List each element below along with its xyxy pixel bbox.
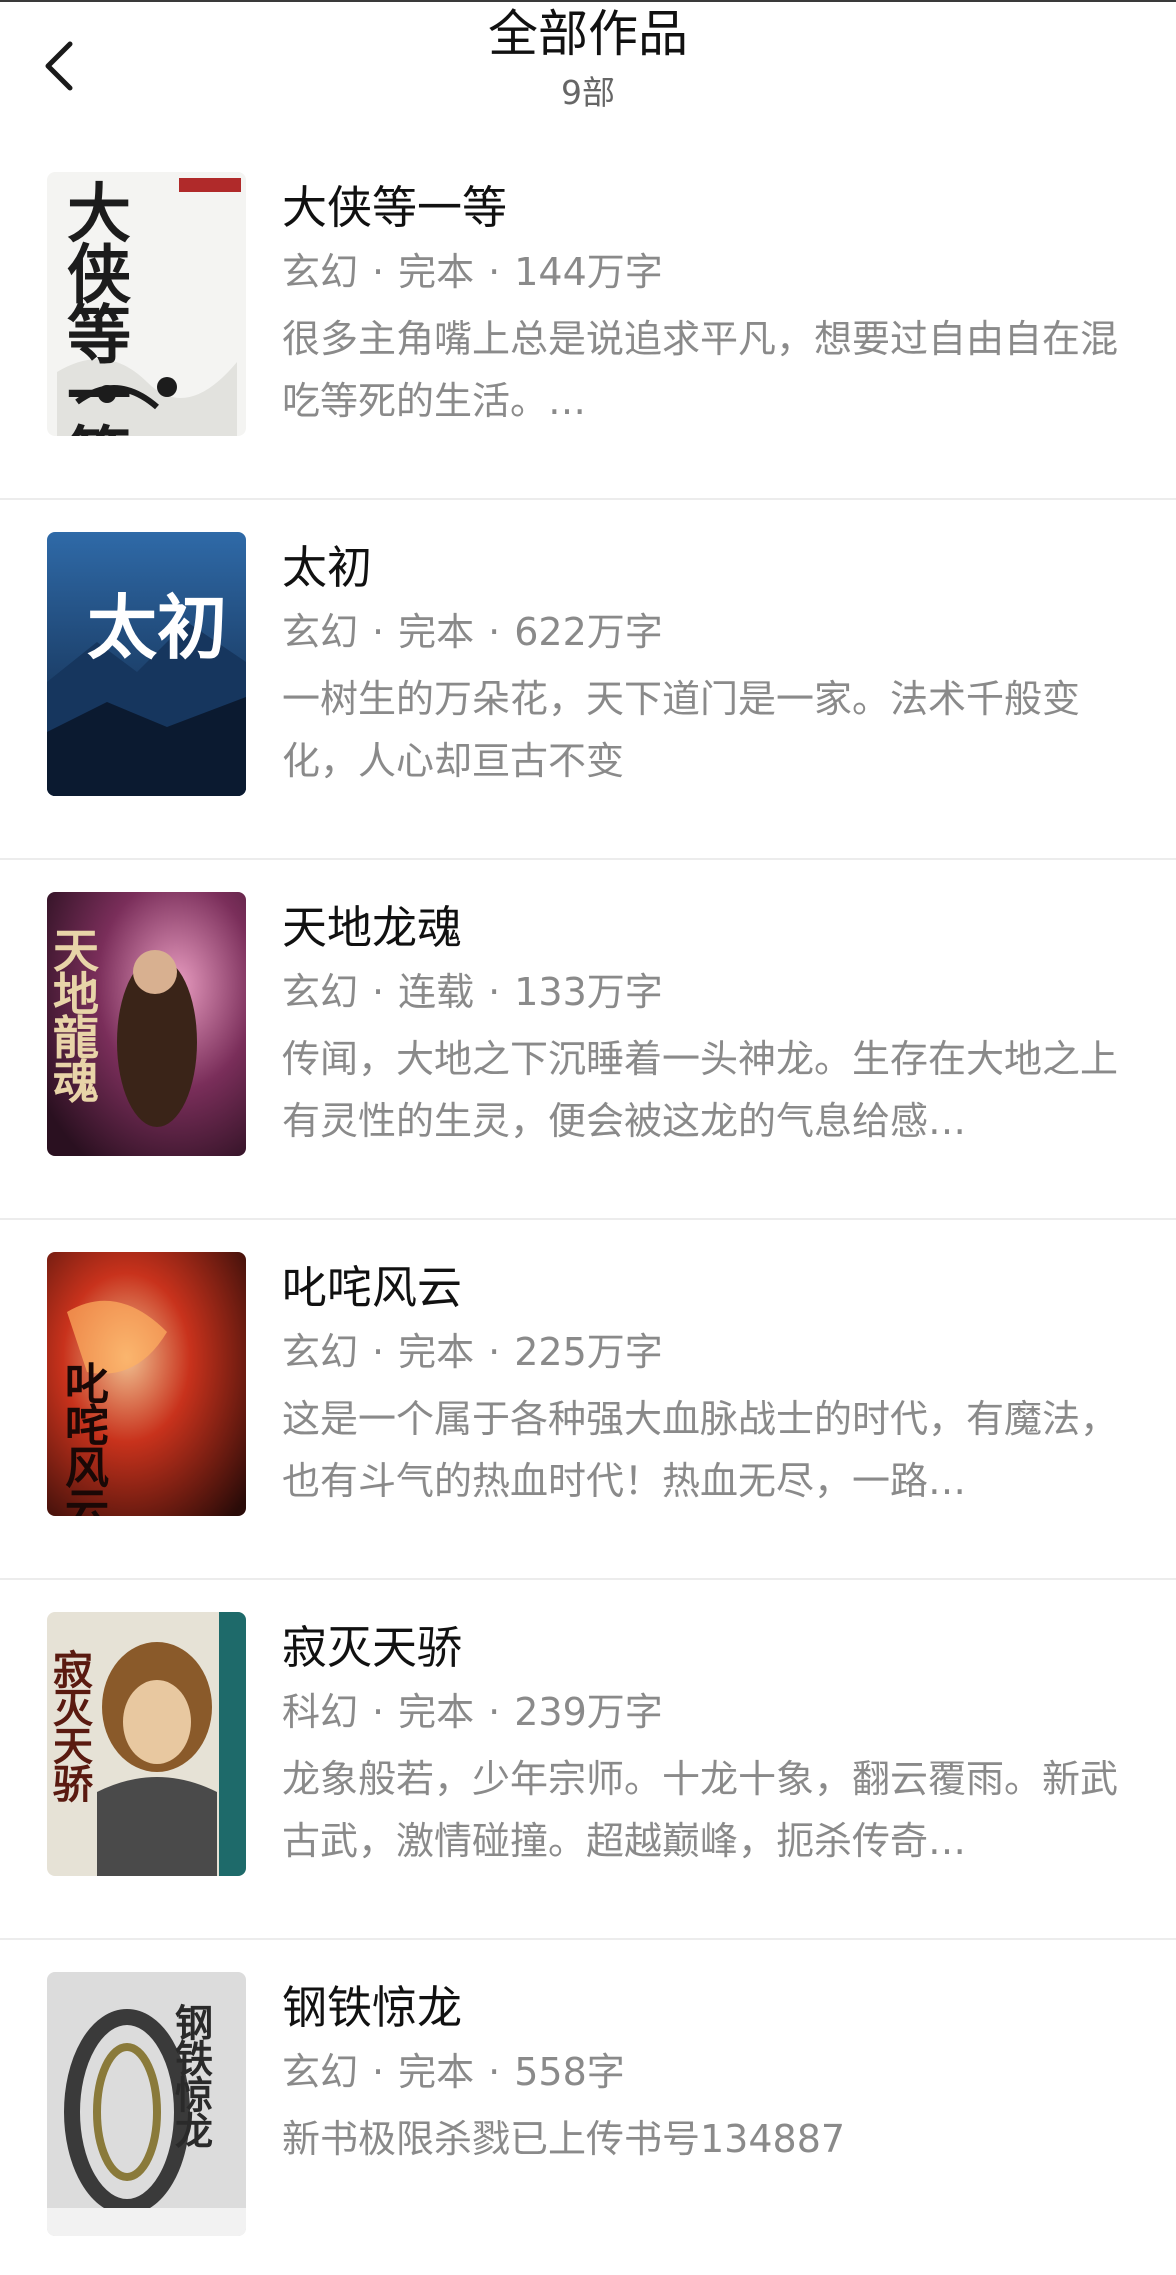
book-title: 大侠等一等: [282, 181, 508, 234]
meta-separator: ·: [372, 970, 385, 1014]
book-status: 完本: [398, 1330, 475, 1374]
book-genre: 科幻: [282, 1690, 359, 1734]
book-cover: 大侠等一等: [47, 172, 246, 436]
meta-separator: ·: [372, 1690, 385, 1734]
book-status: 完本: [398, 2050, 475, 2094]
book-meta: 玄幻 · 完本 · 225万字: [282, 1328, 1128, 1376]
book-item[interactable]: 太初 太初 玄幻 · 完本 · 622万字 一树生的万朵花，天下道门是一家。法术千般变化…: [0, 500, 1176, 860]
book-item[interactable]: 钢铁惊龙 钢铁惊龙 玄幻 · 完本 · 558字 新书极限杀戮已上传书号134887: [0, 1940, 1176, 2240]
meta-separator: ·: [488, 1330, 501, 1374]
book-description: 很多主角嘴上总是说追求平凡，想要过自由自在混吃等死的生活。…: [282, 317, 1119, 423]
book-cover: 叱咤风云: [47, 1252, 246, 1516]
cover-title-text: 天地龍魂: [53, 924, 99, 1109]
book-item[interactable]: 叱咤风云 叱咤风云 玄幻 · 完本 · 225万字 这是一个属于各种强大血脉战士的时代，…: [0, 1220, 1176, 1580]
book-status: 完本: [398, 250, 475, 294]
book-status: 完本: [398, 610, 475, 654]
book-cover: 钢铁惊龙: [47, 1972, 246, 2236]
book-word-count: 558字: [514, 2050, 625, 2094]
book-title: 寂灭天骄: [282, 1621, 463, 1674]
book-word-count: 239万字: [514, 1690, 663, 1734]
book-title: 太初: [282, 541, 373, 594]
book-meta: 玄幻 · 连载 · 133万字: [282, 968, 1128, 1016]
cover-title-text: 叱咤风云: [65, 1359, 109, 1516]
book-cover: 太初: [47, 532, 246, 796]
works-list: 大侠等一等 大侠等一等 玄幻 · 完本 · 144万字 很多主角嘴上总是说追求平凡，想要…: [0, 140, 1176, 2240]
meta-separator: ·: [372, 2050, 385, 2094]
book-genre: 玄幻: [282, 2050, 359, 2094]
page-header: 全部作品 9部: [0, 0, 1176, 140]
book-genre: 玄幻: [282, 250, 359, 294]
book-word-count: 622万字: [514, 610, 663, 654]
book-meta: 玄幻 · 完本 · 558字: [282, 2048, 1128, 2096]
meta-separator: ·: [488, 970, 501, 1014]
book-meta: 玄幻 · 完本 · 144万字: [282, 248, 1128, 296]
meta-separator: ·: [488, 610, 501, 654]
cover-title-text: 寂灭天骄: [53, 1647, 94, 1808]
meta-separator: ·: [372, 610, 385, 654]
book-genre: 玄幻: [282, 610, 359, 654]
book-genre: 玄幻: [282, 1330, 359, 1374]
book-status: 连载: [398, 970, 475, 1014]
works-count: 9部: [561, 73, 615, 112]
book-genre: 玄幻: [282, 970, 359, 1014]
book-meta: 玄幻 · 完本 · 622万字: [282, 608, 1128, 656]
book-item[interactable]: 天地龍魂 天地龙魂 玄幻 · 连载 · 133万字 传闻，大地之下沉睡着一头神龙。生存在…: [0, 860, 1176, 1220]
book-description: 新书极限杀戮已上传书号134887: [282, 2117, 846, 2161]
book-word-count: 144万字: [514, 250, 663, 294]
book-description: 一树生的万朵花，天下道门是一家。法术千般变化，人心却亘古不变: [282, 677, 1081, 783]
book-description: 龙象般若，少年宗师。十龙十象，翻云覆雨。新武古武，激情碰撞。超越巅峰，扼杀传奇…: [282, 1757, 1119, 1863]
book-cover: 天地龍魂: [47, 892, 246, 1156]
cover-title-text: 大侠等一等: [67, 177, 131, 436]
cover-title-text: 太初: [87, 586, 227, 669]
book-item[interactable]: 寂灭天骄 寂灭天骄 科幻 · 完本 · 239万字 龙象般若，少年宗师。十龙十象，翻云覆…: [0, 1580, 1176, 1940]
page-title: 全部作品: [488, 5, 688, 63]
book-cover: 寂灭天骄: [47, 1612, 246, 1876]
book-title: 天地龙魂: [282, 901, 463, 954]
meta-separator: ·: [488, 2050, 501, 2094]
book-title: 钢铁惊龙: [282, 1981, 463, 2034]
meta-separator: ·: [372, 250, 385, 294]
book-title: 叱咤风云: [282, 1261, 463, 1314]
book-word-count: 133万字: [514, 970, 663, 1014]
book-meta: 科幻 · 完本 · 239万字: [282, 1688, 1128, 1736]
cover-title-text: 钢铁惊龙: [175, 2000, 213, 2153]
meta-separator: ·: [488, 1690, 501, 1734]
book-word-count: 225万字: [514, 1330, 663, 1374]
meta-separator: ·: [372, 1330, 385, 1374]
meta-separator: ·: [488, 250, 501, 294]
book-item[interactable]: 大侠等一等 大侠等一等 玄幻 · 完本 · 144万字 很多主角嘴上总是说追求平凡，想要…: [0, 140, 1176, 500]
book-description: 传闻，大地之下沉睡着一头神龙。生存在大地之上有灵性的生灵，便会被这龙的气息给感…: [282, 1037, 1119, 1143]
book-status: 完本: [398, 1690, 475, 1734]
book-description: 这是一个属于各种强大血脉战士的时代，有魔法，也有斗气的热血时代！热血无尽，一路…: [282, 1397, 1119, 1503]
